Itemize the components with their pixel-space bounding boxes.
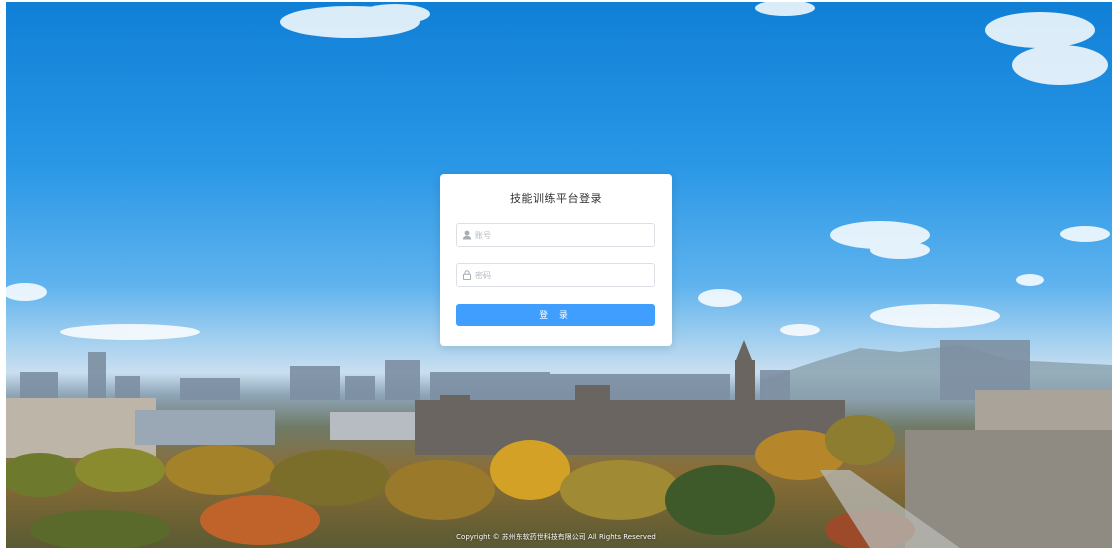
password-input[interactable] — [475, 264, 651, 286]
login-card: 技能训练平台登录 登 录 — [440, 174, 672, 346]
account-input[interactable] — [475, 224, 651, 246]
login-page: 技能训练平台登录 登 录 Copyright © 苏州东软药世科技有限公司 Al… — [0, 0, 1112, 548]
copyright-text: Copyright © 苏州东软药世科技有限公司 All Rights Rese… — [456, 533, 656, 541]
frame-edge-left — [0, 0, 6, 548]
lock-icon — [463, 270, 471, 280]
user-icon — [462, 230, 472, 240]
login-title: 技能训练平台登录 — [510, 192, 602, 205]
login-button[interactable]: 登 录 — [456, 304, 655, 326]
password-field[interactable] — [456, 263, 655, 287]
account-field[interactable] — [456, 223, 655, 247]
frame-edge-top — [0, 0, 1112, 2]
